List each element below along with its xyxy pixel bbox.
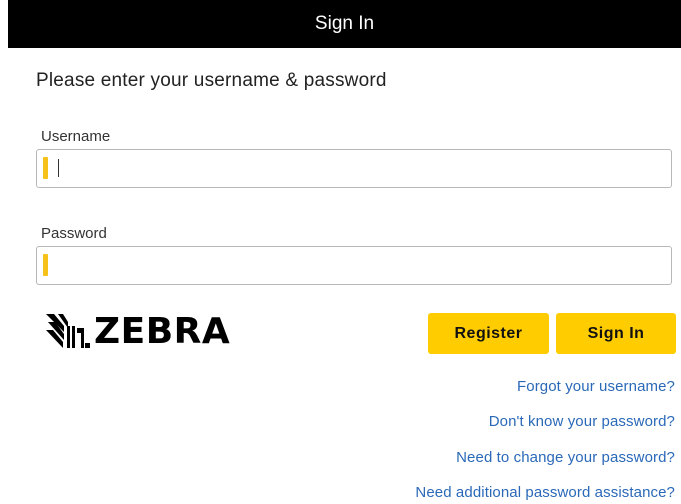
header-bar: Sign In [8, 0, 681, 48]
username-field-accent [43, 157, 48, 179]
password-assistance-link[interactable]: Need additional password assistance? [415, 484, 675, 501]
password-input[interactable] [36, 246, 672, 285]
dont-know-password-link[interactable]: Don't know your password? [489, 413, 675, 430]
username-label: Username [41, 128, 111, 145]
register-button[interactable]: Register [428, 313, 549, 354]
sign-in-page: Sign In Please enter your username & pas… [0, 0, 681, 504]
sign-in-button[interactable]: Sign In [556, 313, 676, 354]
change-password-link[interactable]: Need to change your password? [456, 449, 675, 466]
zebra-head-icon [46, 314, 90, 348]
username-input[interactable] [36, 149, 672, 188]
password-field-accent [43, 254, 48, 276]
page-title: Sign In [314, 13, 375, 34]
forgot-username-link[interactable]: Forgot your username? [517, 378, 675, 395]
text-caret [58, 159, 59, 177]
zebra-logo: ZEBRA [44, 310, 230, 354]
sign-in-prompt: Please enter your username & password [36, 70, 387, 91]
password-label: Password [41, 225, 107, 242]
zebra-wordmark: ZEBRA [94, 311, 231, 352]
